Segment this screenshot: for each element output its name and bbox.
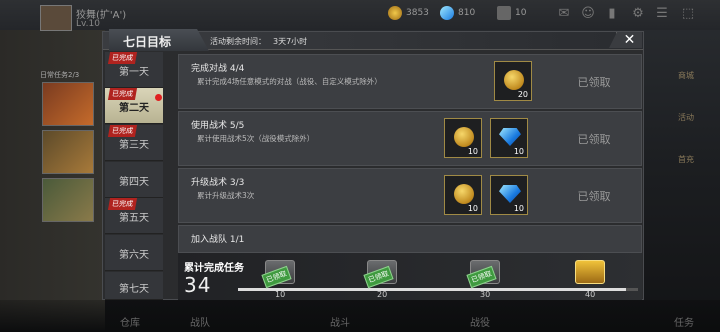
cumulative-progress: 累计完成任务 34 已领取 10 已领取 20 已领取 30 40 (178, 253, 642, 300)
close-icon[interactable]: ✕ (609, 32, 642, 48)
task-title: 加入战队 1/1 (191, 235, 245, 245)
dialog-header: 七日目标 活动剩余时间： 3天7小时 ✕ (103, 29, 643, 51)
reward-slot[interactable]: 10 (444, 118, 482, 158)
progress-track (238, 288, 638, 291)
task-row: 加入战队 1/1 (178, 225, 642, 253)
task-description: 累计完成4场任意模式的对战（战役、自定义模式除外） (197, 77, 382, 86)
diamond-icon (499, 128, 521, 146)
notice-icon[interactable]: ☰ (654, 6, 670, 22)
task-progress: 5/5 (229, 121, 245, 131)
task-title: 完成对战 4/4 (191, 64, 245, 74)
gold-coin-icon (454, 184, 474, 204)
reward-qty: 10 (467, 147, 478, 156)
task-status: 已领取 (577, 190, 611, 203)
reward-qty: 10 (467, 204, 478, 213)
left-banner-1[interactable] (42, 82, 94, 126)
task-status: 已领取 (577, 133, 611, 146)
tab-day-5[interactable]: 已完成 第五天 (105, 198, 163, 234)
daily-progress-text: 日常任务2/3 (40, 71, 80, 79)
reward-qty: 20 (517, 90, 528, 99)
tab-day-7[interactable]: 第七天 (105, 272, 163, 300)
gold-coin-icon (454, 127, 474, 147)
tab-day-6[interactable]: 第六天 (105, 235, 163, 271)
day-label: 第五天 (119, 213, 149, 224)
gold-chest-icon (575, 260, 605, 284)
gold-coin-icon (504, 70, 524, 90)
top-bar: 狡舞(扩'A') Lv.10 3853 810 10 ✉ ☺ ▮ ⚙ ☰ ⬚ (0, 0, 720, 31)
chest-20[interactable]: 已领取 (363, 256, 399, 289)
diamond-icon (499, 185, 521, 203)
chest-threshold: 20 (377, 290, 388, 299)
ranking-icon[interactable]: ▮ (604, 6, 620, 22)
progress-value: 34 (184, 273, 212, 297)
day-label: 第六天 (119, 250, 149, 261)
remaining-time-label: 活动剩余时间： (210, 37, 266, 46)
task-progress: 4/4 (229, 64, 245, 74)
fullscreen-icon[interactable]: ⬚ (680, 6, 696, 22)
progress-fill (238, 288, 626, 291)
bottom-nav-storage[interactable]: 仓库 (120, 314, 140, 329)
reward-slot[interactable]: 10 (490, 175, 528, 215)
gear-icon[interactable]: ⚙ (630, 6, 646, 22)
chest-threshold: 30 (480, 290, 491, 299)
reward-slot[interactable]: 10 (444, 175, 482, 215)
task-status: 已领取 (577, 76, 611, 89)
friends-icon[interactable]: ☺ (580, 6, 596, 22)
bottom-nav-battle[interactable]: 战斗 (330, 314, 350, 329)
chest-40[interactable] (573, 256, 607, 286)
task-row: 完成对战 4/4 累计完成4场任意模式的对战（战役、自定义模式除外） 20 已领… (178, 54, 642, 109)
remaining-time-value: 3天7小时 (273, 37, 308, 46)
right-item-shop[interactable]: 商城 (672, 70, 700, 81)
day-label: 第七天 (119, 284, 149, 295)
tab-day-4[interactable]: 第四天 (105, 162, 163, 198)
gold-coin-icon (388, 6, 402, 20)
left-banner-2[interactable] (42, 130, 94, 174)
bottom-nav-campaign[interactable]: 战役 (470, 314, 490, 329)
right-item-first-charge[interactable]: 首充 (672, 154, 700, 165)
tab-day-2[interactable]: 已完成 第二天 (105, 88, 163, 124)
task-row: 升级战术 3/3 累计升级战术3次 10 10 已领取 (178, 168, 642, 223)
task-title: 升级战术 3/3 (191, 178, 245, 188)
reward-qty: 10 (513, 147, 524, 156)
gold-amount: 3853 (406, 8, 429, 18)
right-item-event[interactable]: 活动 (672, 112, 700, 123)
reward-slot[interactable]: 20 (494, 61, 532, 101)
bottom-bar (0, 300, 720, 332)
reward-qty: 10 (513, 204, 524, 213)
progress-label: 累计完成任务 (184, 263, 244, 274)
tab-day-1[interactable]: 已完成 第一天 (105, 52, 163, 88)
chest-threshold: 40 (585, 290, 596, 299)
day-label: 第二天 (119, 103, 149, 114)
player-avatar[interactable] (40, 5, 72, 31)
left-banner-3[interactable] (42, 178, 94, 222)
day-label: 第一天 (119, 67, 149, 78)
reward-slot[interactable]: 10 (490, 118, 528, 158)
seven-day-goals-dialog: 七日目标 活动剩余时间： 3天7小时 ✕ 已完成 第一天 已完成 第二天 已完成… (102, 29, 644, 300)
task-progress: 3/3 (229, 178, 245, 188)
task-progress: 1/1 (229, 235, 245, 245)
chest-threshold: 10 (275, 290, 286, 299)
dialog-title: 七日目标 (123, 35, 172, 49)
chest-10[interactable]: 已领取 (261, 256, 297, 289)
ticket-icon (497, 6, 511, 20)
mail-icon[interactable]: ✉ (556, 6, 572, 22)
chest-30[interactable]: 已领取 (466, 256, 502, 289)
task-row: 使用战术 5/5 累计使用战术5次（战役模式除外） 10 10 已领取 (178, 111, 642, 166)
task-title: 使用战术 5/5 (191, 121, 245, 131)
diamond-amount: 810 (458, 8, 476, 18)
ticket-amount: 10 (515, 8, 527, 18)
day-label: 第三天 (119, 140, 149, 151)
tab-day-3[interactable]: 已完成 第三天 (105, 125, 163, 161)
player-level: Lv.10 (76, 19, 100, 29)
diamond-icon (440, 6, 454, 20)
task-description: 累计使用战术5次（战役模式除外） (197, 134, 315, 143)
task-description: 累计升级战术3次 (197, 191, 255, 200)
day-label: 第四天 (119, 177, 149, 188)
bottom-nav-tasks[interactable]: 任务 (674, 314, 694, 329)
bottom-nav-team[interactable]: 战队 (190, 314, 210, 329)
